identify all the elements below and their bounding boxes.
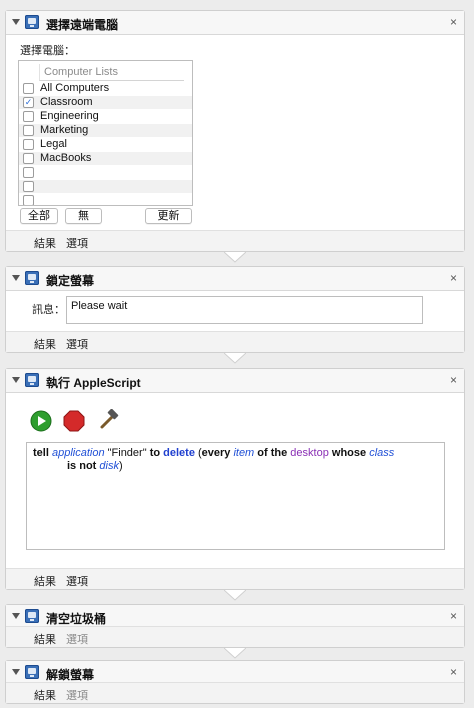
computer-list[interactable]: Computer Lists All Computers ✓ Classroom… [18,60,193,206]
close-icon[interactable]: × [450,665,457,679]
action-icon [25,665,39,679]
checkbox-checked[interactable]: ✓ [23,97,34,108]
script-line: is not disk) [33,460,438,473]
run-icon[interactable] [30,410,52,432]
list-item-label: Legal [40,138,67,150]
action-run-applescript: 執行 AppleScript × tell application "Finde… [5,368,465,590]
action-icon [25,609,39,623]
tab-results[interactable]: 結果 [34,235,56,251]
list-column-header[interactable]: Computer Lists [39,64,184,81]
list-item[interactable]: Marketing [19,124,192,137]
list-item[interactable] [19,194,192,205]
stop-icon[interactable] [63,410,85,432]
script-editor[interactable]: tell application "Finder" to delete (ever… [26,442,445,550]
code-token: is not [67,460,97,472]
list-item-label: All Computers [40,82,110,94]
tab-options[interactable]: 選項 [66,235,88,251]
action-lock-screen: 鎖定螢幕 × 訊息： Please wait 結果 選項 [5,266,465,353]
action-header: 選擇遠端電腦 × [6,11,464,35]
close-icon[interactable]: × [450,271,457,285]
tab-options[interactable]: 選項 [66,573,88,589]
disclosure-triangle-icon[interactable] [12,613,20,619]
action-unlock-screen: 解鎖螢幕 × 結果 選項 [5,660,465,704]
tab-results[interactable]: 結果 [34,336,56,352]
tab-results[interactable]: 結果 [34,687,56,703]
action-title: 解鎖螢幕 [46,668,95,682]
list-item[interactable]: Engineering [19,110,192,123]
code-token: to [149,447,161,459]
select-computer-label: 選擇電腦： [20,45,75,57]
action-header: 鎖定螢幕 × [6,267,464,291]
disclosure-triangle-icon[interactable] [12,377,20,383]
code-token: application [51,447,105,459]
action-title: 清空垃圾桶 [46,612,107,626]
code-token: disk [99,460,119,472]
list-item[interactable] [19,180,192,193]
close-icon[interactable]: × [450,15,457,29]
checkbox[interactable] [23,139,34,150]
action-footer: 結果 選項 [6,682,464,703]
action-title: 選擇遠端電腦 [46,18,119,32]
close-icon[interactable]: × [450,609,457,623]
script-line: tell application "Finder" to delete (ever… [33,447,438,460]
code-token: class [369,447,395,459]
code-token: ) [118,460,123,472]
code-token: every [201,447,231,459]
list-item[interactable]: All Computers [19,82,192,95]
tab-results[interactable]: 結果 [34,631,56,647]
disclosure-triangle-icon[interactable] [12,19,20,25]
select-all-button[interactable]: 全部 [20,208,58,224]
list-item-label: Marketing [40,124,89,136]
update-button[interactable]: 更新 [145,208,192,224]
action-connector [224,648,246,660]
checkbox[interactable] [23,167,34,178]
action-connector [224,353,246,365]
compile-hammer-icon[interactable] [96,408,119,431]
code-token: desktop [290,447,329,459]
action-connector [224,590,246,602]
code-token: delete [163,447,195,459]
list-item-label: Classroom [40,96,93,108]
code-token: "Finder" [107,447,147,459]
action-title: 鎖定螢幕 [46,274,95,288]
code-token: tell [33,447,49,459]
code-token: whose [331,447,367,459]
checkbox[interactable] [23,195,34,205]
action-header: 執行 AppleScript × [6,369,464,393]
message-field[interactable]: Please wait [66,296,423,324]
disclosure-triangle-icon[interactable] [12,669,20,675]
list-item[interactable] [19,166,192,179]
action-footer: 結果 選項 [6,568,464,589]
list-item[interactable]: Legal [19,138,192,151]
disclosure-triangle-icon[interactable] [12,275,20,281]
action-footer: 結果 選項 [6,626,464,647]
action-icon [25,15,39,29]
checkbox[interactable] [23,181,34,192]
tab-options: 選項 [66,690,88,702]
action-icon [25,271,39,285]
code-token: item [233,447,255,459]
action-footer: 結果 選項 [6,230,464,251]
checkbox[interactable] [23,83,34,94]
list-item[interactable]: MacBooks [19,152,192,165]
checkbox[interactable] [23,125,34,136]
list-item-label: Engineering [40,110,99,122]
action-icon [25,373,39,387]
select-none-button[interactable]: 無 [65,208,102,224]
tab-results[interactable]: 結果 [34,573,56,589]
action-footer: 結果 選項 [6,331,464,352]
message-label: 訊息： [32,304,65,316]
action-select-remote-computers: 選擇遠端電腦 × 選擇電腦： Computer Lists All Comput… [5,10,465,252]
close-icon[interactable]: × [450,373,457,387]
checkbox[interactable] [23,111,34,122]
tab-options: 選項 [66,634,88,646]
list-item-label: MacBooks [40,152,92,164]
tab-options[interactable]: 選項 [66,336,88,352]
checkbox[interactable] [23,153,34,164]
action-empty-trash: 清空垃圾桶 × 結果 選項 [5,604,465,648]
code-token: of the [257,447,288,459]
list-item[interactable]: ✓ Classroom [19,96,192,109]
action-title: 執行 AppleScript [46,376,141,390]
action-connector [224,252,246,264]
